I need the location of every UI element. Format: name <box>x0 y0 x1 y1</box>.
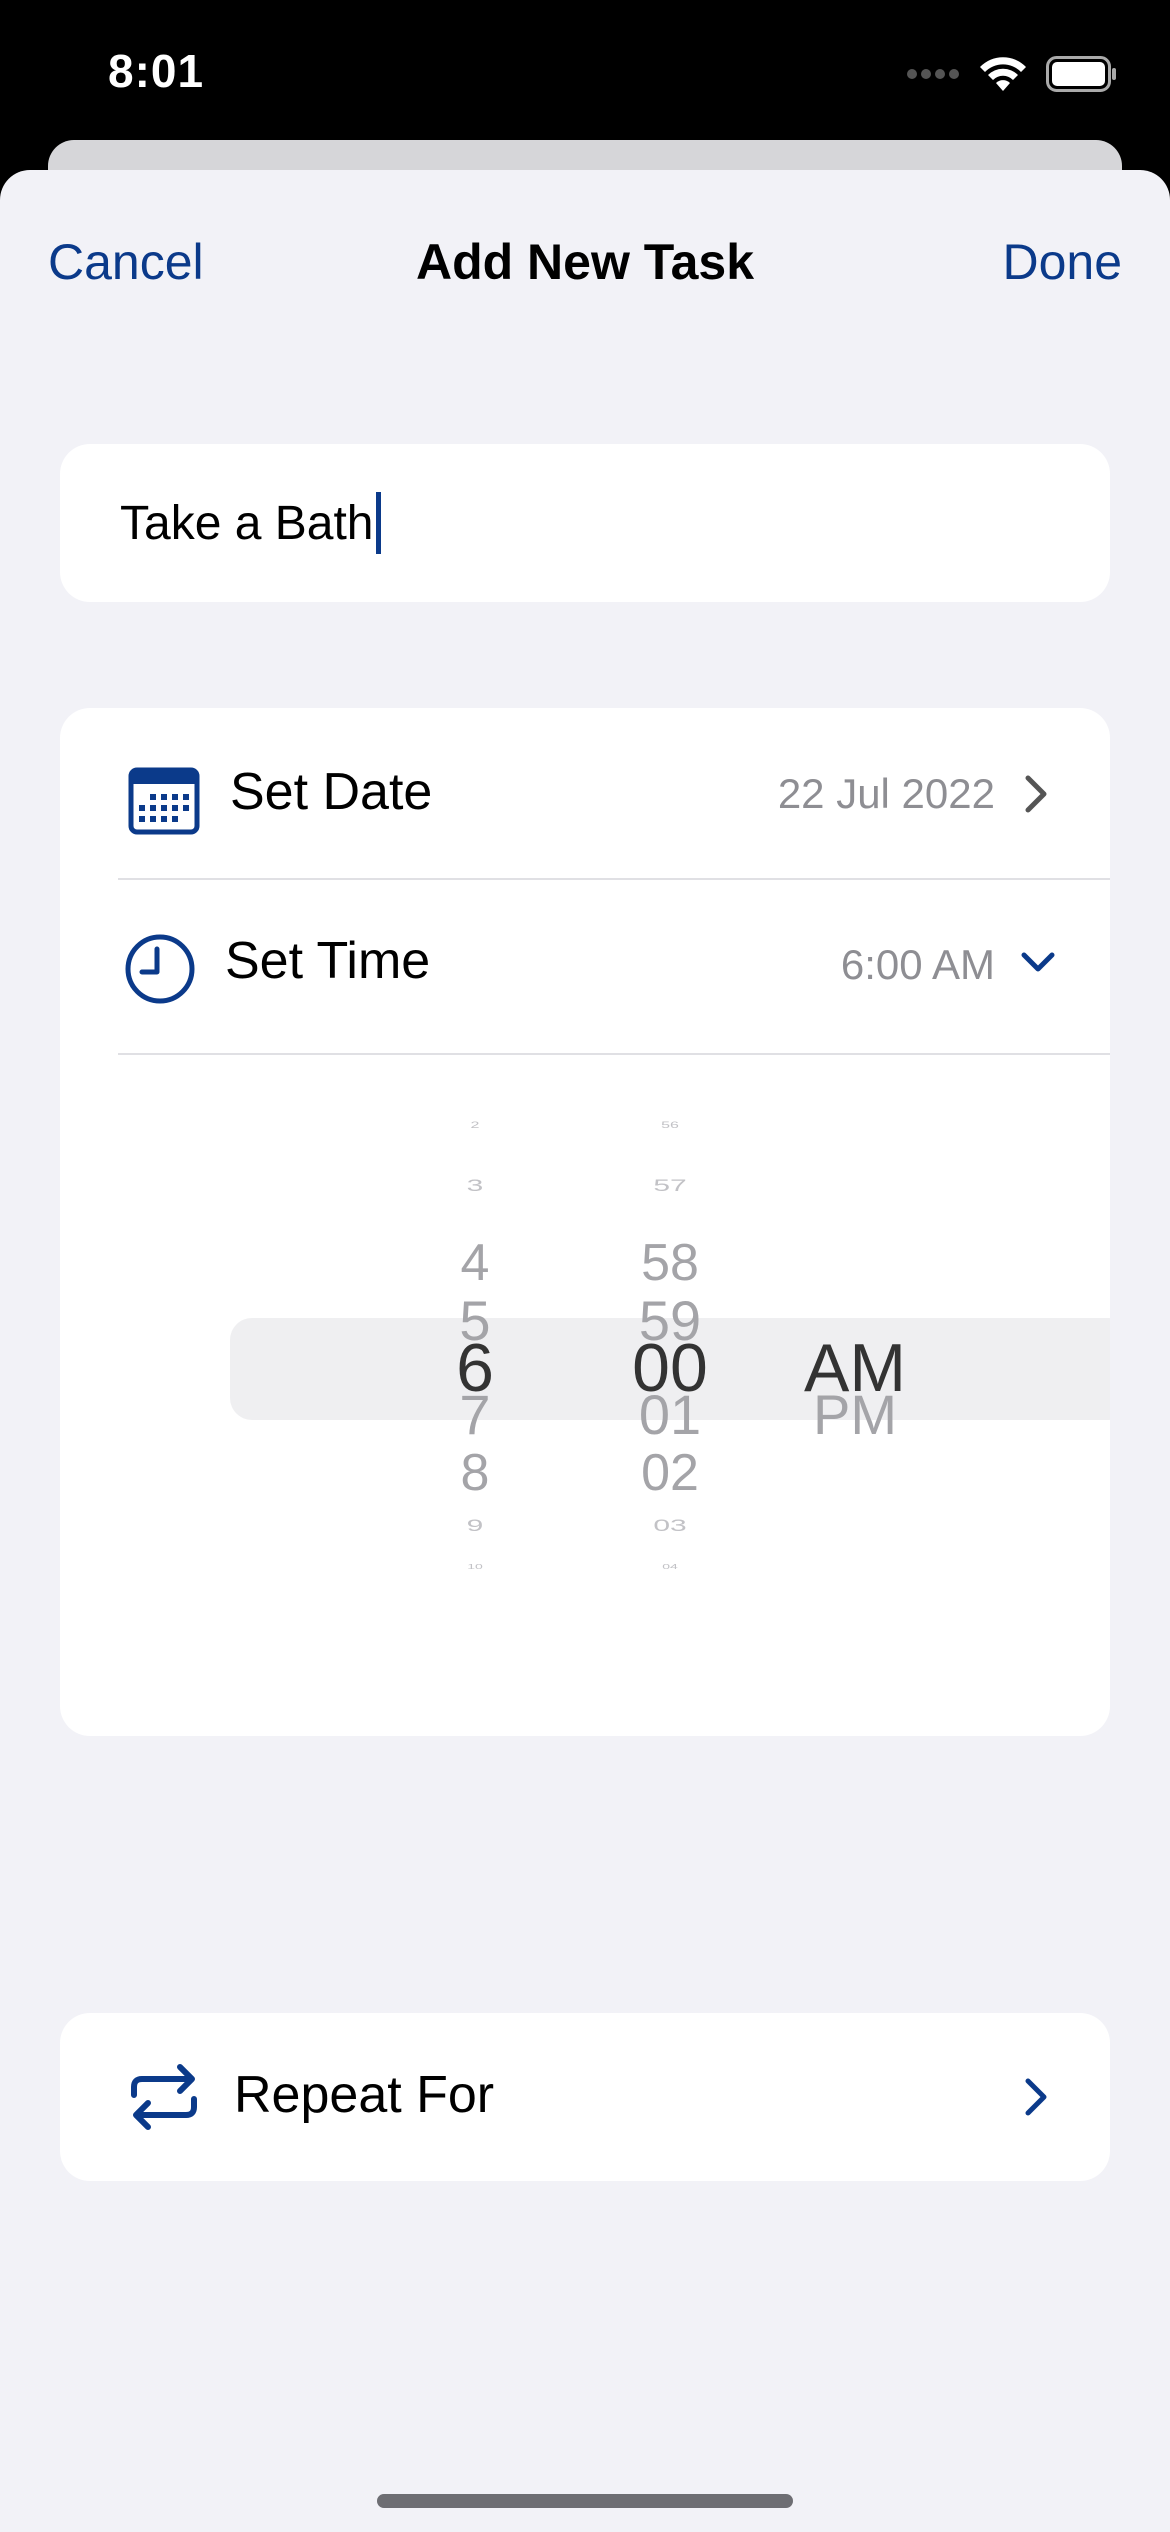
status-bar: 8:01 <box>0 0 1170 150</box>
status-icons <box>906 52 1118 96</box>
set-time-row[interactable]: Set Time 6:00 AM <box>60 883 1110 1053</box>
hour-option[interactable]: 3 <box>395 1177 555 1195</box>
minute-wheel[interactable]: 56 57 58 59 00 01 02 03 04 <box>590 1068 750 1648</box>
task-title-value: Take a Bath <box>120 496 374 550</box>
hour-option[interactable]: 8 <box>395 1447 555 1499</box>
minute-option[interactable]: 04 <box>590 1562 750 1570</box>
time-picker[interactable]: 2 3 4 5 6 7 8 9 10 56 57 58 59 00 01 02 03 04 AM PM <box>60 1068 1110 1648</box>
set-time-label: Set Time <box>225 932 431 990</box>
battery-icon <box>1046 56 1116 92</box>
period-wheel[interactable]: AM PM <box>775 1068 935 1648</box>
chevron-right-icon <box>1025 2078 1047 2116</box>
set-time-value: 6:00 AM <box>840 941 995 988</box>
cellular-signal-icon <box>907 69 959 79</box>
chevron-right-icon <box>1025 775 1047 813</box>
date-time-card: Set Date 22 Jul 2022 Set Time 6:00 AM 2 3… <box>60 708 1110 1736</box>
hour-option[interactable]: 9 <box>395 1517 555 1535</box>
hour-wheel[interactable]: 2 3 4 5 6 7 8 9 10 <box>395 1068 555 1648</box>
hour-option[interactable]: 7 <box>395 1387 555 1443</box>
period-option[interactable]: PM <box>775 1387 935 1443</box>
navigation-bar: Cancel Add New Task Done <box>0 225 1170 305</box>
minute-option[interactable]: 01 <box>590 1387 750 1443</box>
task-title-input[interactable]: Take a Bath <box>120 492 381 554</box>
minute-option[interactable]: 57 <box>590 1177 750 1195</box>
wifi-icon <box>980 57 1026 91</box>
calendar-icon <box>128 767 200 835</box>
set-date-value: 22 Jul 2022 <box>777 770 995 817</box>
set-date-row[interactable]: Set Date 22 Jul 2022 <box>60 708 1110 878</box>
repeat-icon <box>131 2064 197 2130</box>
hour-option[interactable]: 2 <box>395 1121 555 1131</box>
home-indicator <box>377 2494 793 2508</box>
done-button[interactable]: Done <box>1002 233 1122 291</box>
chevron-down-icon <box>1021 952 1055 972</box>
add-task-sheet: Cancel Add New Task Done Take a Bath Set… <box>0 170 1170 2532</box>
text-cursor <box>375 492 381 554</box>
divider <box>118 878 1110 880</box>
minute-option[interactable]: 03 <box>590 1517 750 1535</box>
hour-option[interactable]: 10 <box>395 1562 555 1570</box>
clock-icon <box>125 934 195 1004</box>
minute-option[interactable]: 58 <box>590 1237 750 1289</box>
repeat-for-row[interactable]: Repeat For <box>60 2013 1110 2181</box>
minute-option[interactable]: 02 <box>590 1447 750 1499</box>
minute-option[interactable]: 56 <box>590 1121 750 1131</box>
repeat-for-label: Repeat For <box>234 2066 495 2124</box>
divider <box>118 1053 1110 1055</box>
set-date-label: Set Date <box>230 763 433 821</box>
status-time: 8:01 <box>108 45 205 97</box>
page-title: Add New Task <box>415 234 755 290</box>
task-title-field[interactable]: Take a Bath <box>60 444 1110 602</box>
hour-option[interactable]: 4 <box>395 1237 555 1289</box>
